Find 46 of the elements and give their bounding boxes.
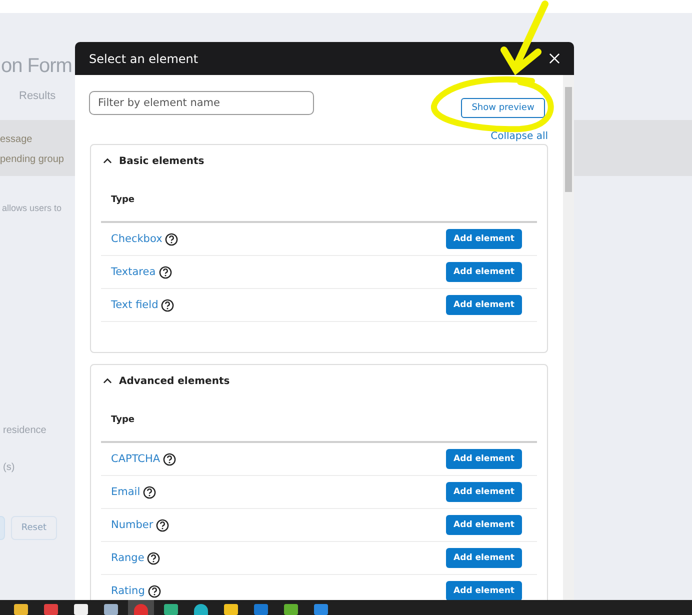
collapse-all-link[interactable]: Collapse all (490, 131, 548, 142)
element-link[interactable]: CAPTCHA (111, 453, 160, 465)
banner-text: essage (0, 133, 32, 147)
section-title: Basic elements (119, 156, 204, 166)
add-element-button[interactable]: Add element (446, 548, 522, 568)
element-link[interactable]: Email (111, 486, 140, 498)
scrollbar[interactable] (563, 75, 574, 600)
help-icon[interactable] (147, 552, 160, 564)
field-label: (s) (3, 462, 16, 473)
description-text: allows users to (2, 203, 62, 213)
show-preview-button[interactable]: Show preview (461, 98, 545, 118)
add-element-button[interactable]: Add element (446, 449, 522, 469)
element-link[interactable]: Rating (111, 585, 145, 597)
help-icon[interactable] (158, 266, 172, 278)
add-element-button[interactable]: Add element (446, 482, 522, 502)
section-title: Advanced elements (119, 376, 230, 386)
close-icon[interactable] (549, 53, 560, 64)
taskbar-icon[interactable] (194, 604, 208, 615)
help-icon[interactable] (165, 232, 178, 246)
column-header: Type (111, 415, 134, 425)
help-icon[interactable] (148, 584, 161, 598)
element-link[interactable]: Text field (111, 299, 158, 311)
add-element-button[interactable]: Add element (446, 515, 522, 535)
section-header[interactable]: Basic elements (101, 145, 537, 177)
chevron-up-icon (103, 378, 112, 384)
element-link[interactable]: Number (111, 519, 154, 531)
help-icon[interactable] (156, 518, 170, 532)
help-icon[interactable] (143, 486, 156, 498)
element-link[interactable]: Textarea (111, 266, 156, 278)
reset-button[interactable]: Reset (11, 516, 57, 540)
add-element-button[interactable]: Add element (446, 581, 522, 600)
filter-field[interactable]: Filter by element name (89, 91, 314, 115)
banner-text: pending group (0, 153, 64, 167)
section-header[interactable]: Advanced elements (101, 365, 537, 397)
add-element-button[interactable]: Add element (446, 229, 522, 249)
add-element-button[interactable]: Add element (446, 295, 522, 315)
chevron-up-icon (103, 158, 112, 164)
dialog-title: Select an element (89, 52, 198, 66)
add-element-button[interactable]: Add element (446, 262, 522, 282)
field-label: residence (3, 425, 46, 436)
element-link[interactable]: Checkbox (111, 233, 162, 245)
page-title: on Form (1, 55, 72, 78)
help-icon[interactable] (163, 452, 176, 466)
help-icon[interactable] (161, 298, 174, 312)
column-header: Type (111, 195, 134, 205)
element-link[interactable]: Range (111, 552, 144, 564)
